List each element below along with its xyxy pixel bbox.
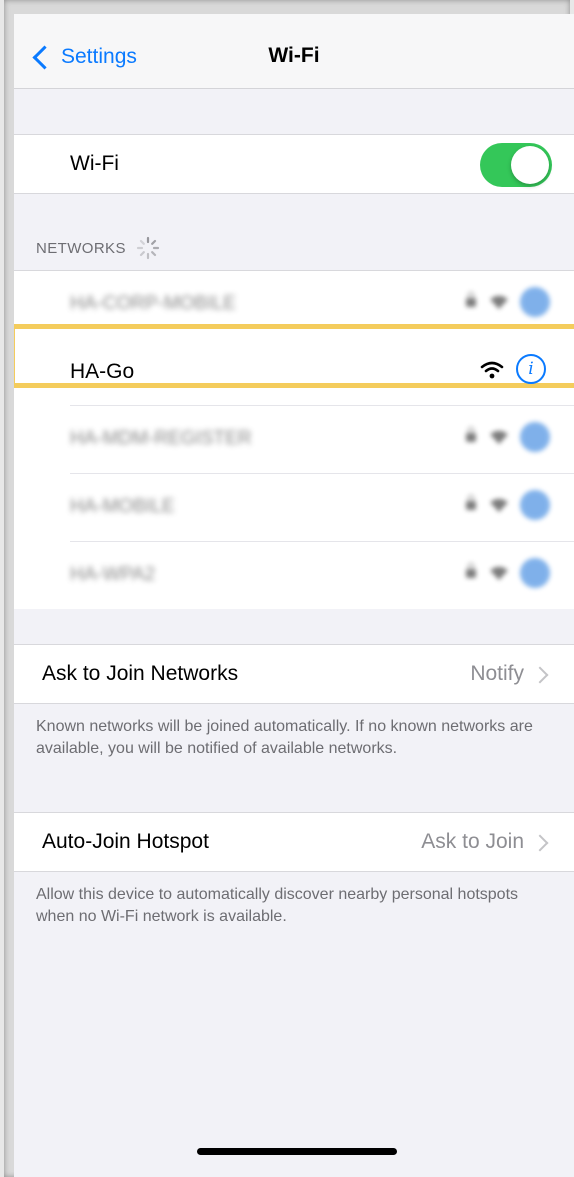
- lock-icon: [466, 291, 476, 307]
- network-row[interactable]: HA-MDM-REGISTER: [14, 405, 574, 474]
- network-name-selected: HA-Go: [70, 360, 135, 383]
- ask-to-join-footnote: Known networks will be joined automatica…: [36, 718, 533, 757]
- spinner-icon: [136, 236, 159, 260]
- network-row[interactable]: HA-MOBILE: [14, 474, 574, 542]
- navigation-bar: Settings Wi-Fi: [14, 14, 574, 89]
- auto-join-hotspot-label: Auto-Join Hotspot: [42, 830, 209, 853]
- chevron-right-icon: [531, 834, 549, 852]
- page-title: Wi-Fi: [268, 44, 320, 67]
- info-icon[interactable]: [520, 422, 550, 452]
- wifi-toggle-label: Wi-Fi: [70, 152, 119, 175]
- info-icon[interactable]: [520, 558, 550, 588]
- network-name: HA-CORP-MOBILE: [70, 293, 236, 314]
- network-row[interactable]: HA-WPA2: [14, 542, 574, 610]
- auto-join-hotspot-footnote: Allow this device to automatically disco…: [36, 886, 519, 925]
- network-icons: [466, 558, 550, 588]
- lock-icon: [466, 494, 476, 510]
- network-icons: [466, 490, 550, 520]
- network-icons: [466, 287, 550, 317]
- home-indicator: [197, 1148, 397, 1155]
- wifi-icon: [490, 498, 508, 513]
- network-name: HA-WPA2: [70, 564, 156, 585]
- networks-section-header: NETWORKS: [36, 236, 160, 260]
- ask-to-join-label: Ask to Join Networks: [42, 662, 239, 685]
- network-name: HA-MOBILE: [70, 496, 175, 517]
- wifi-icon: [490, 566, 508, 581]
- network-icons: [466, 422, 550, 452]
- chevron-right-icon: [531, 666, 549, 684]
- wifi-toggle[interactable]: [480, 143, 552, 187]
- info-icon[interactable]: [520, 490, 550, 520]
- toggle-knob: [511, 146, 549, 184]
- wifi-icon: [490, 295, 508, 310]
- info-icon[interactable]: [520, 287, 550, 317]
- wifi-icon: [480, 361, 504, 379]
- info-button[interactable]: i: [516, 354, 546, 384]
- wifi-icon: [490, 430, 508, 445]
- networks-header-label: NETWORKS: [36, 239, 126, 257]
- lock-icon: [466, 426, 476, 442]
- auto-join-hotspot-row[interactable]: Auto-Join Hotspot Ask to Join: [14, 812, 574, 872]
- ask-to-join-value: Notify: [470, 662, 524, 685]
- auto-join-hotspot-value: Ask to Join: [421, 830, 524, 853]
- ask-to-join-row[interactable]: Ask to Join Networks Notify: [14, 644, 574, 704]
- network-name: HA-MDM-REGISTER: [70, 428, 252, 449]
- lock-icon: [466, 562, 476, 578]
- networks-list: HA-CORP-MOBILE HA-MDM-REGISTER HA-MOBILE: [14, 270, 574, 609]
- divider: [70, 405, 574, 406]
- wifi-toggle-row: Wi-Fi: [14, 134, 574, 194]
- wifi-settings-screen: Settings Wi-Fi Wi-Fi NETWORKS HA-CORP-MO…: [14, 14, 574, 1177]
